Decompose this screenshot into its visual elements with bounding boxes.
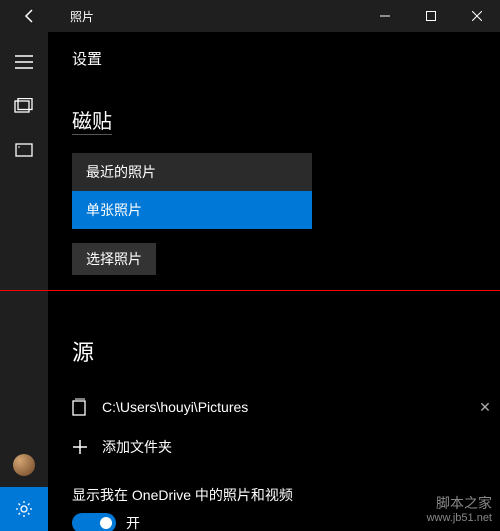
choose-photo-button[interactable]: 选择照片 <box>72 243 156 275</box>
app-title: 照片 <box>70 8 94 25</box>
toggle-state-text: 开 <box>126 513 140 531</box>
settings-nav-button[interactable] <box>0 487 48 531</box>
tile-option-single[interactable]: 单张照片 <box>72 191 312 229</box>
source-path: C:\Users\houyi\Pictures <box>102 399 470 415</box>
account-avatar[interactable] <box>0 443 48 487</box>
minimize-button[interactable] <box>362 0 408 32</box>
albums-nav-button[interactable] <box>0 128 48 172</box>
onedrive-toggle[interactable] <box>72 513 116 531</box>
maximize-button[interactable] <box>408 0 454 32</box>
folder-icon <box>72 398 102 416</box>
gear-icon <box>15 500 33 518</box>
remove-source-button[interactable]: ✕ <box>470 399 500 416</box>
avatar-icon <box>13 454 35 476</box>
tile-option-recent[interactable]: 最近的照片 <box>72 153 312 191</box>
collection-nav-button[interactable] <box>0 84 48 128</box>
plus-icon <box>72 439 102 455</box>
close-button[interactable] <box>454 0 500 32</box>
add-folder-button[interactable]: 添加文件夹 <box>72 427 500 467</box>
sources-section-heading: 源 <box>72 335 500 367</box>
back-button[interactable] <box>18 4 42 28</box>
add-folder-label: 添加文件夹 <box>102 437 500 457</box>
page-title: 设置 <box>72 48 500 69</box>
toggle-knob <box>100 517 112 529</box>
source-folder-row[interactable]: C:\Users\houyi\Pictures ✕ <box>72 387 500 427</box>
hamburger-menu-button[interactable] <box>0 40 48 84</box>
annotation-red-line <box>0 290 500 291</box>
tile-section-heading: 磁贴 <box>72 105 112 135</box>
watermark: 脚本之家 www.jb51.net <box>427 495 492 525</box>
